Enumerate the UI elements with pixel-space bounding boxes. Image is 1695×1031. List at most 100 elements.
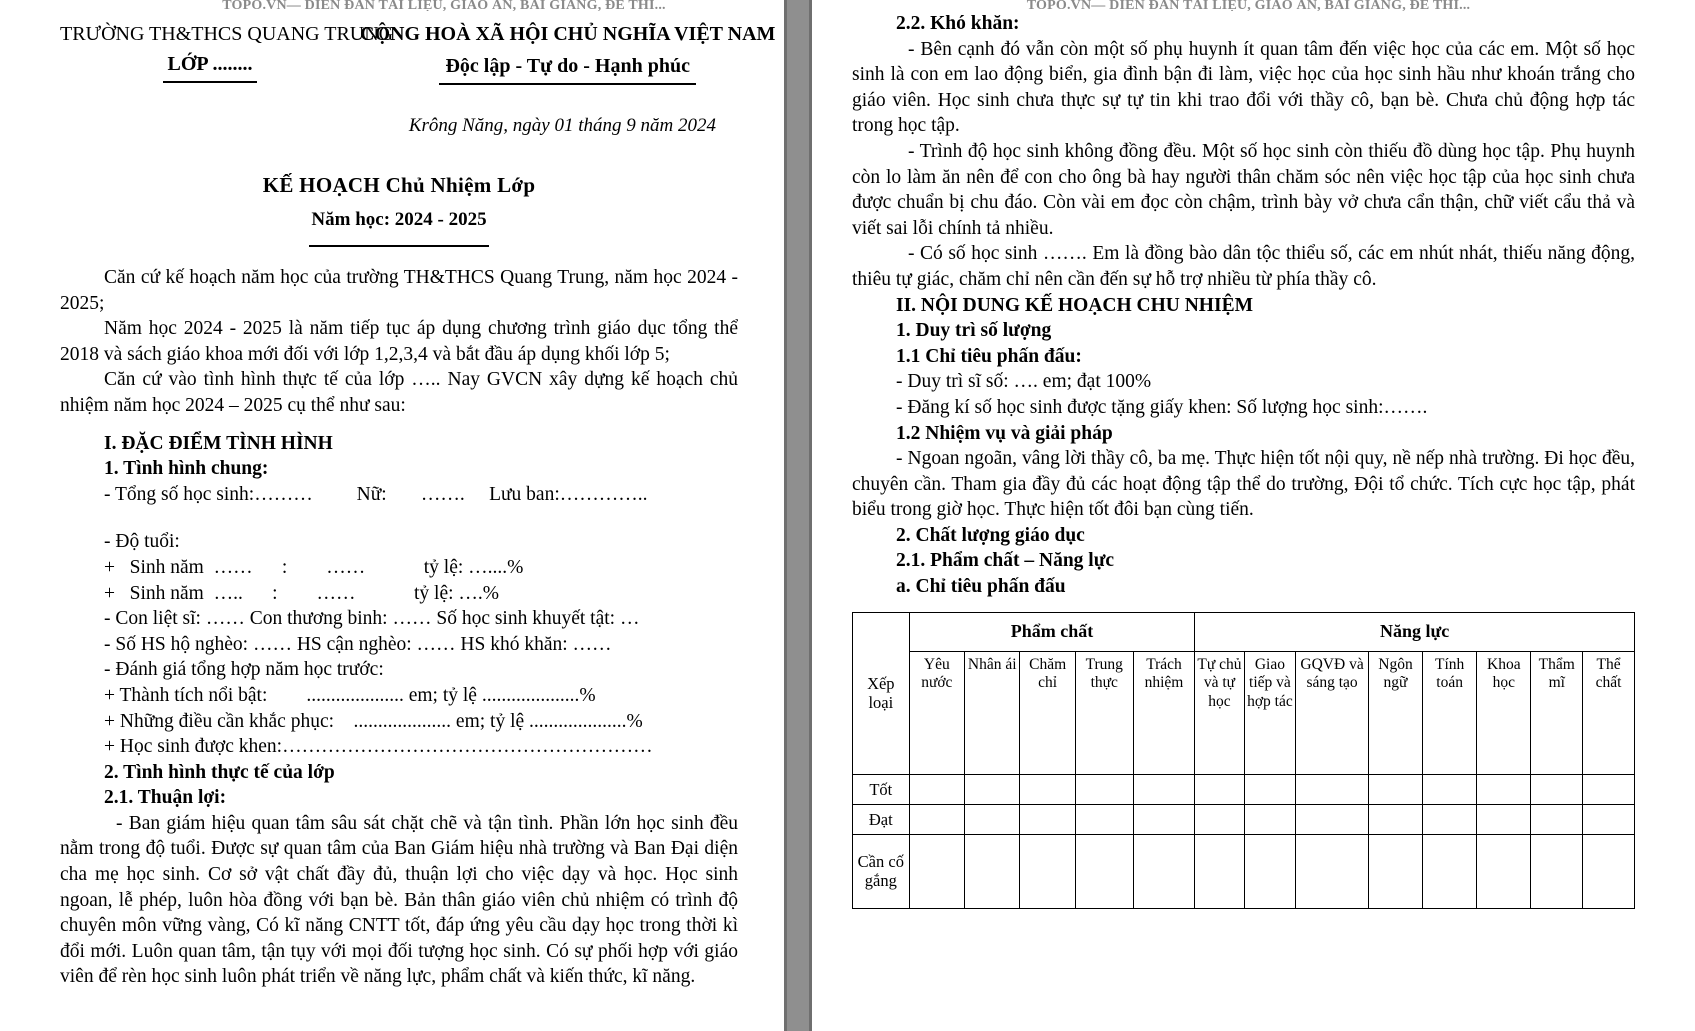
col-gqvd-va-sang-tao: GQVĐ và sáng tạo	[1295, 650, 1369, 775]
cell[interactable]	[1530, 773, 1584, 805]
heading-12-nhiem-vu-giai-phap: 1.2 Nhiệm vụ và giải pháp	[896, 422, 1113, 444]
cell[interactable]	[1019, 773, 1076, 805]
intro-paragraph-1: Căn cứ kế hoạch năm học của trường TH&TH…	[60, 267, 738, 314]
cell[interactable]	[1295, 833, 1369, 909]
line-sinh-nam-1: + Sinh năm …… : …… tỷ lệ: …....%	[104, 556, 524, 578]
table-corner-xep-loai: Xếp loại	[852, 611, 910, 775]
line-dang-ki-giay-khen: - Đăng kí số học sinh được tặng giấy khe…	[896, 396, 1428, 418]
cell[interactable]	[1243, 803, 1297, 835]
col-trung-thuc: Trung thực	[1074, 650, 1134, 775]
cell[interactable]	[964, 773, 1021, 805]
line-ho-ngheo: - Số HS hộ nghèo: …… HS cận nghèo: …… HS…	[104, 633, 612, 655]
col-cham-chi: Chăm chỉ	[1019, 650, 1076, 775]
heading-21a-chi-tieu-phan-dau: a. Chỉ tiêu phấn đấu	[896, 576, 1066, 598]
cell[interactable]	[1074, 773, 1134, 805]
row-label-can-co-gang: Cần cố gắng	[852, 833, 910, 909]
cell[interactable]	[1582, 773, 1635, 805]
cell[interactable]	[1530, 833, 1584, 909]
heading-21-thuan-loi: 2.1. Thuận lợi:	[104, 787, 227, 809]
cell[interactable]	[908, 833, 966, 909]
line-con-liet-si: - Con liệt sĩ: …… Con thương binh: …… Số…	[104, 608, 640, 630]
document-viewer: TOPO.VN— DIỄN ĐÀN TÀI LIỆU, GIÁO ÁN, BÀI…	[0, 0, 1695, 1031]
cell[interactable]	[1367, 833, 1424, 909]
cell[interactable]	[908, 803, 966, 835]
national-block: CỘNG HOÀ XÃ HỘI CHỦ NGHĨA VIỆT NAM Độc l…	[360, 19, 775, 85]
line-hoc-sinh-duoc-khen: + Học sinh được khen:…………………………………………………	[104, 736, 653, 758]
cell[interactable]	[1422, 773, 1478, 805]
cell[interactable]	[964, 833, 1021, 909]
heading-11-chi-tieu-phan-dau: 1.1 Chỉ tiêu phấn đấu:	[896, 345, 1082, 367]
line-duy-tri-si-so: - Duy trì sĩ số: …. em; đạt 100%	[896, 371, 1152, 393]
cell[interactable]	[1295, 773, 1369, 805]
cell[interactable]	[1132, 773, 1196, 805]
paragraph-nhiem-vu: - Ngoan ngoãn, vâng lời thầy cô, ba mẹ. …	[852, 448, 1635, 521]
cell[interactable]	[1476, 833, 1532, 909]
col-the-chat: Thể chất	[1582, 650, 1635, 775]
col-nhan-ai: Nhân ái	[964, 650, 1021, 775]
intro-paragraph-3: Căn cứ vào tình hình thực tế của lớp …..…	[60, 369, 738, 416]
col-trach-nhiem: Trách nhiệm	[1132, 650, 1196, 775]
cell[interactable]	[1194, 773, 1245, 805]
cell[interactable]	[1582, 833, 1635, 909]
col-tinh-toan: Tính toán	[1422, 650, 1478, 775]
watermark-text-2: TOPO.VN— DIỄN ĐÀN TÀI LIỆU, GIÁO ÁN, BÀI…	[1026, 0, 1471, 11]
line-do-tuoi: - Độ tuổi:	[104, 531, 180, 553]
cell[interactable]	[1019, 803, 1076, 835]
nu-dots: …….	[420, 483, 465, 505]
nu-label: Nữ:	[356, 483, 387, 505]
cell[interactable]	[1530, 803, 1584, 835]
document-page-1: TOPO.VN— DIỄN ĐÀN TÀI LIỆU, GIÁO ÁN, BÀI…	[0, 0, 787, 1031]
cell[interactable]	[908, 773, 966, 805]
paragraph-kho-khan-3: - Có số học sinh ……. Em là đồng bào dân …	[852, 243, 1635, 290]
national-title: CỘNG HOÀ XÃ HỘI CHỦ NGHĨA VIỆT NAM	[360, 23, 776, 45]
cell[interactable]	[1422, 803, 1478, 835]
school-block: TRƯỜNG TH&THCS QUANG TRUNG LỚP ........	[60, 19, 393, 83]
cell[interactable]	[1243, 773, 1297, 805]
line-can-khac-phuc: + Những điều cần khắc phục: ............…	[104, 710, 643, 732]
heading-2-tinh-hinh-thuc-te: 2. Tình hình thực tế của lớp	[104, 761, 335, 783]
heading-2-chat-luong-giao-duc: 2. Chất lượng giáo dục	[896, 524, 1085, 546]
cell[interactable]	[1295, 803, 1369, 835]
cell[interactable]	[1074, 803, 1134, 835]
cell[interactable]	[1367, 803, 1424, 835]
col-khoa-hoc: Khoa học	[1476, 650, 1532, 775]
paragraph-kho-khan-1: - Bên cạnh đó vẫn còn một số phụ huynh í…	[852, 38, 1635, 137]
cell[interactable]	[1132, 833, 1196, 909]
col-tu-chu-va-tu-hoc: Tự chủ và tự học	[1194, 650, 1245, 775]
row-label-tot: Tốt	[852, 773, 910, 805]
line-thanh-tich-noi-bat: + Thành tích nổi bật: ..................…	[104, 684, 596, 706]
document-title: KẾ HOẠCH Chủ Nhiệm Lớp	[262, 173, 536, 197]
tong-so-label: - Tổng số học sinh:………	[104, 483, 313, 505]
group-header-pham-chat: Phẩm chất	[908, 611, 1196, 652]
cell[interactable]	[1194, 833, 1245, 909]
row-label-dat: Đạt	[852, 803, 910, 835]
table-subheader-row: Yêu nước Nhân ái Chăm chỉ Trung thực Trá…	[853, 650, 1635, 775]
cell[interactable]	[1074, 833, 1134, 909]
class-label: LỚP ........	[163, 49, 257, 83]
cell[interactable]	[1367, 773, 1424, 805]
cell[interactable]	[1582, 803, 1635, 835]
cell[interactable]	[964, 803, 1021, 835]
watermark-text: TOPO.VN— DIỄN ĐÀN TÀI LIỆU, GIÁO ÁN, BÀI…	[222, 0, 666, 11]
intro-paragraph-2: Năm học 2024 - 2025 là năm tiếp tục áp d…	[60, 318, 738, 365]
table-row: Cần cố gắng	[852, 833, 1635, 909]
heading-1-duy-tri-so-luong: 1. Duy trì số lượng	[896, 320, 1052, 342]
cell[interactable]	[1019, 833, 1076, 909]
table-row: Đạt	[852, 803, 1635, 835]
col-giao-tiep-va-hop-tac: Giao tiếp và hợp tác	[1243, 650, 1297, 775]
page-gutter	[787, 0, 809, 1031]
pham-chat-nang-luc-table: Xếp loại Phẩm chất Năng lực Yêu nước Nhâ…	[852, 611, 1635, 909]
cell[interactable]	[1476, 803, 1532, 835]
table-group-header-row: Xếp loại Phẩm chất Năng lực	[852, 611, 1635, 775]
paragraph-thuan-loi: - Ban giám hiệu quan tâm sâu sát chặt ch…	[60, 812, 738, 988]
cell[interactable]	[1422, 833, 1478, 909]
table-row: Tốt	[852, 773, 1635, 805]
cell[interactable]	[1132, 803, 1196, 835]
cell[interactable]	[1194, 803, 1245, 835]
cell[interactable]	[1243, 833, 1297, 909]
heading-section-1: I. ĐẶC ĐIỂM TÌNH HÌNH	[104, 432, 333, 454]
heading-1-tinh-hinh-chung: 1. Tình hình chung:	[104, 458, 269, 480]
col-tham-mi: Thẩm mĩ	[1530, 650, 1584, 775]
cell[interactable]	[1476, 773, 1532, 805]
heading-21-pham-chat-nang-luc: 2.1. Phẩm chất – Năng lực	[896, 550, 1115, 572]
